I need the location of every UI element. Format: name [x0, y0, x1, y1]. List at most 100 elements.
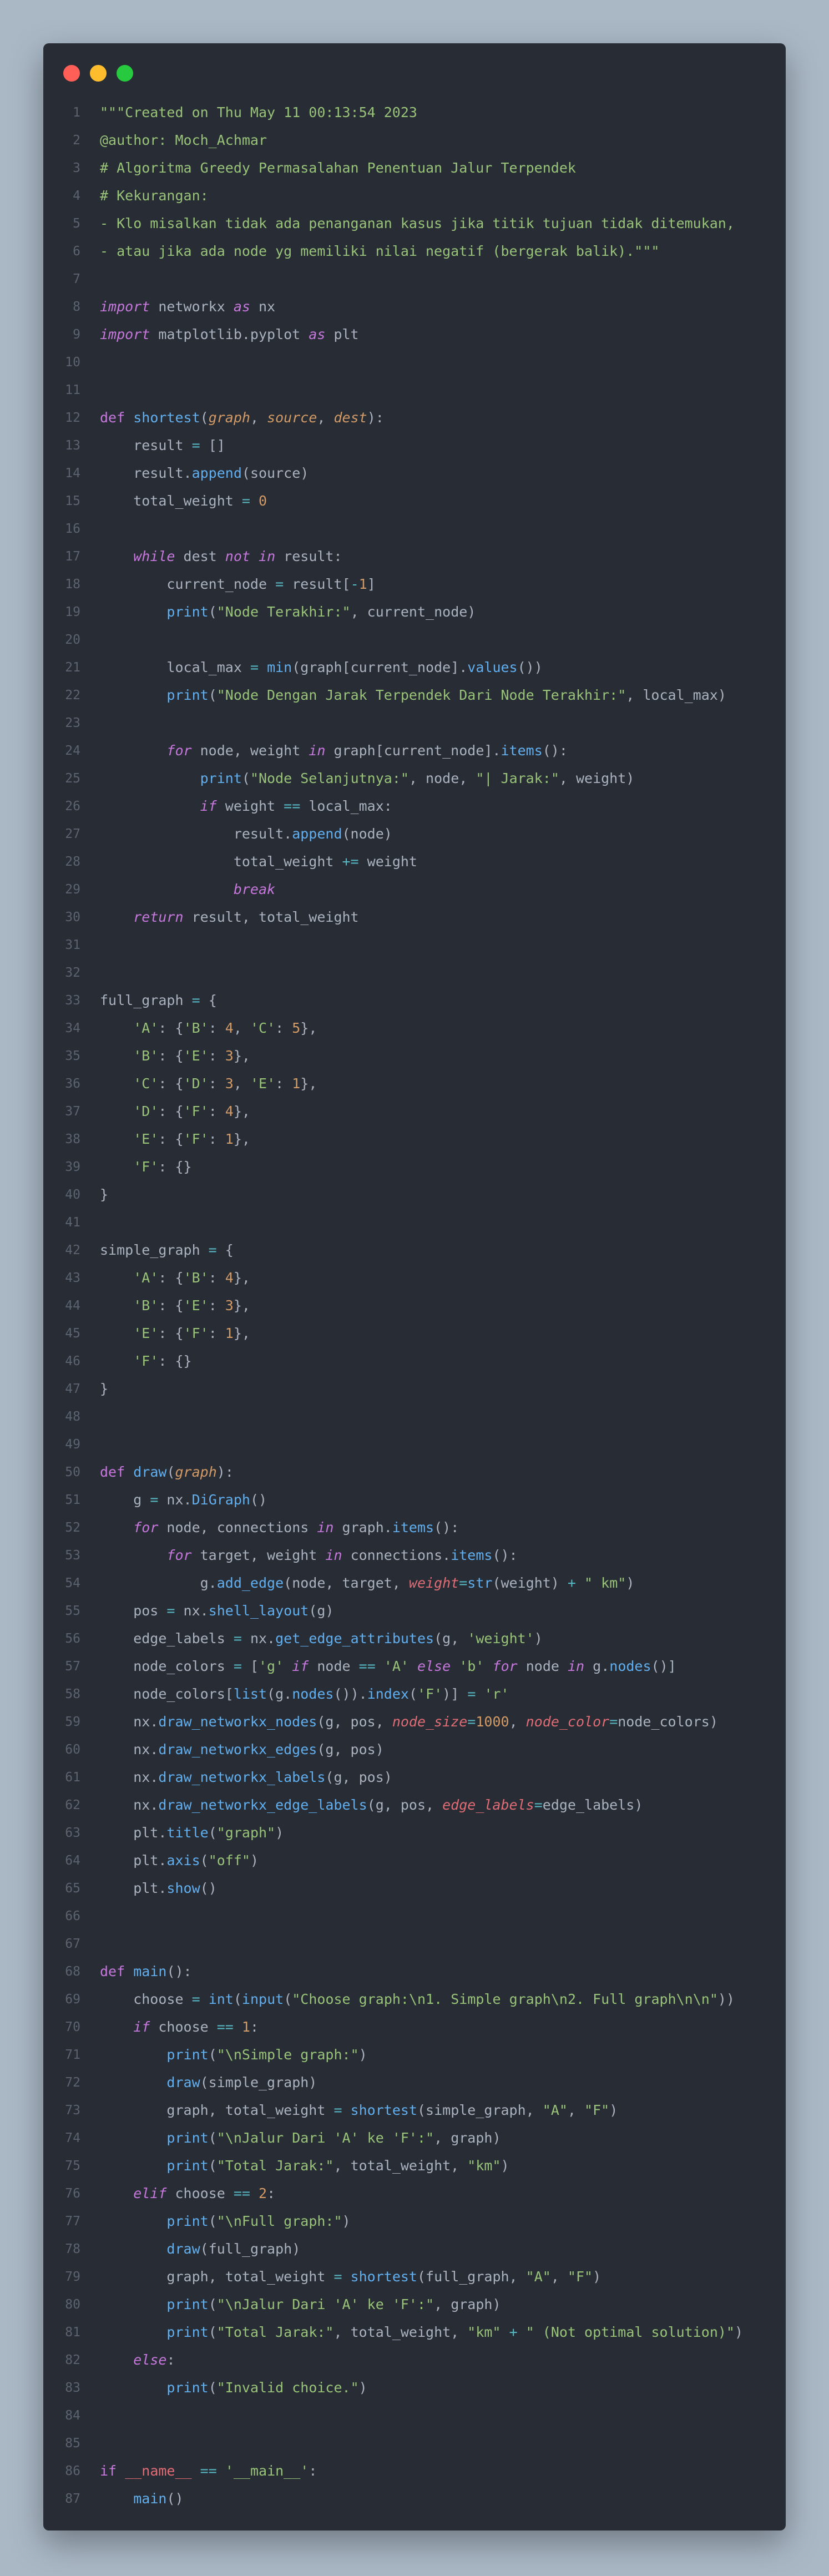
code-token: as	[233, 299, 250, 315]
code-token: node_colors[	[100, 1686, 234, 1702]
code-token: nx.	[241, 1630, 276, 1646]
code-token: :	[267, 2185, 276, 2201]
code-token: @author: Moch_Achmar	[100, 132, 267, 148]
code-token: 'F'	[133, 1159, 159, 1175]
code-token: (	[208, 2324, 217, 2340]
code-token: weight	[358, 853, 417, 870]
code-token: )	[609, 2102, 618, 2118]
code-text: plt.show()	[100, 1875, 217, 1902]
code-token: },	[233, 1297, 250, 1314]
code-token: ())	[517, 659, 543, 675]
code-text: total_weight = 0	[100, 487, 267, 515]
code-line: 36 'C': {'D': 3, 'E': 1},	[43, 1070, 786, 1098]
code-line: 74 print("\nJalur Dari 'A' ke 'F':", gra…	[43, 2124, 786, 2152]
code-token: print	[200, 770, 242, 786]
line-number: 30	[65, 910, 80, 925]
code-token: items	[392, 1519, 434, 1536]
code-token: if	[292, 1658, 309, 1674]
code-line: 68 def main():	[43, 1958, 786, 1986]
minimize-window-button[interactable]	[90, 65, 107, 82]
line-number: 35	[65, 1049, 80, 1063]
code-token: items	[501, 743, 543, 759]
code-token: (	[208, 604, 217, 620]
code-token: choose	[166, 2185, 234, 2201]
code-token: draw	[166, 2074, 200, 2090]
close-window-button[interactable]	[63, 65, 80, 82]
code-token: if	[133, 2019, 150, 2035]
line-number: 40	[65, 1188, 80, 1202]
code-text: import matplotlib.pyplot as plt	[100, 321, 359, 348]
line-number: 66	[65, 1909, 80, 1923]
line-number: 53	[65, 1548, 80, 1563]
code-token: 1	[292, 1075, 301, 1092]
code-line: 27 result.append(node)	[43, 820, 786, 848]
code-token: )	[358, 2380, 367, 2396]
code-token: :	[208, 1325, 225, 1341]
code-line: 50 def draw(graph):	[43, 1458, 786, 1486]
code-token: 'E'	[133, 1131, 159, 1147]
code-token: (simple_graph)	[200, 2074, 317, 2090]
code-token: main	[133, 2491, 167, 2507]
code-line: 63 plt.title("graph")	[43, 1819, 786, 1847]
code-token: )	[275, 1825, 284, 1841]
code-text: plt.title("graph")	[100, 1819, 284, 1847]
code-token: "\nSimple graph:"	[216, 2047, 359, 2063]
code-token: for	[166, 1547, 192, 1563]
code-token: (	[284, 1991, 292, 2007]
line-number: 80	[65, 2297, 80, 2312]
maximize-window-button[interactable]	[117, 65, 133, 82]
code-token: dest	[333, 410, 367, 426]
code-token: 1000	[476, 1714, 509, 1730]
code-token: 'b'	[459, 1658, 484, 1674]
code-token: nodes	[609, 1658, 651, 1674]
code-token: (graph[current_node].	[292, 659, 468, 675]
code-line: 34 'A': {'B': 4, 'C': 5},	[43, 1014, 786, 1042]
code-line: 15 total_weight = 0	[43, 487, 786, 515]
code-token: (node, target,	[284, 1575, 409, 1591]
code-token: []	[200, 437, 225, 453]
code-line: 84	[43, 2402, 786, 2429]
code-text: plt.axis("off")	[100, 1847, 259, 1875]
code-token: result, total_weight	[183, 909, 359, 925]
line-number: 46	[65, 1354, 80, 1368]
code-token: ()).	[333, 1686, 367, 1702]
line-number: 11	[65, 383, 80, 397]
code-token: (simple_graph,	[417, 2102, 543, 2118]
line-number: 87	[65, 2492, 80, 2506]
code-token: print	[166, 687, 209, 703]
code-token: :	[250, 2019, 259, 2035]
code-text: 'B': {'E': 3},	[100, 1292, 250, 1320]
line-number: 70	[65, 2020, 80, 2034]
code-token: def	[100, 1464, 125, 1480]
code-token: (	[208, 1825, 217, 1841]
code-token: ==	[233, 2185, 250, 2201]
code-line: 51 g = nx.DiGraph()	[43, 1486, 786, 1514]
code-line: 86 if __name__ == '__main__':	[43, 2457, 786, 2485]
code-token: "km"	[467, 2158, 501, 2174]
code-line: 21 local_max = min(graph[current_node].v…	[43, 654, 786, 681]
code-token: 4	[225, 1020, 234, 1036]
code-text: import networkx as nx	[100, 293, 275, 321]
code-text: 'E': {'F': 1},	[100, 1320, 250, 1347]
code-text: total_weight += weight	[100, 848, 417, 876]
code-token: result[	[284, 576, 351, 592]
code-text: print("\nFull graph:")	[100, 2208, 350, 2235]
code-line: 40}	[43, 1181, 786, 1209]
code-token: node_colors	[100, 1658, 234, 1674]
code-token: show	[166, 1880, 200, 1896]
line-number: 82	[65, 2353, 80, 2367]
code-line: 33 full_graph = {	[43, 987, 786, 1014]
code-line: 67	[43, 1930, 786, 1958]
code-token: : {	[158, 1103, 184, 1119]
